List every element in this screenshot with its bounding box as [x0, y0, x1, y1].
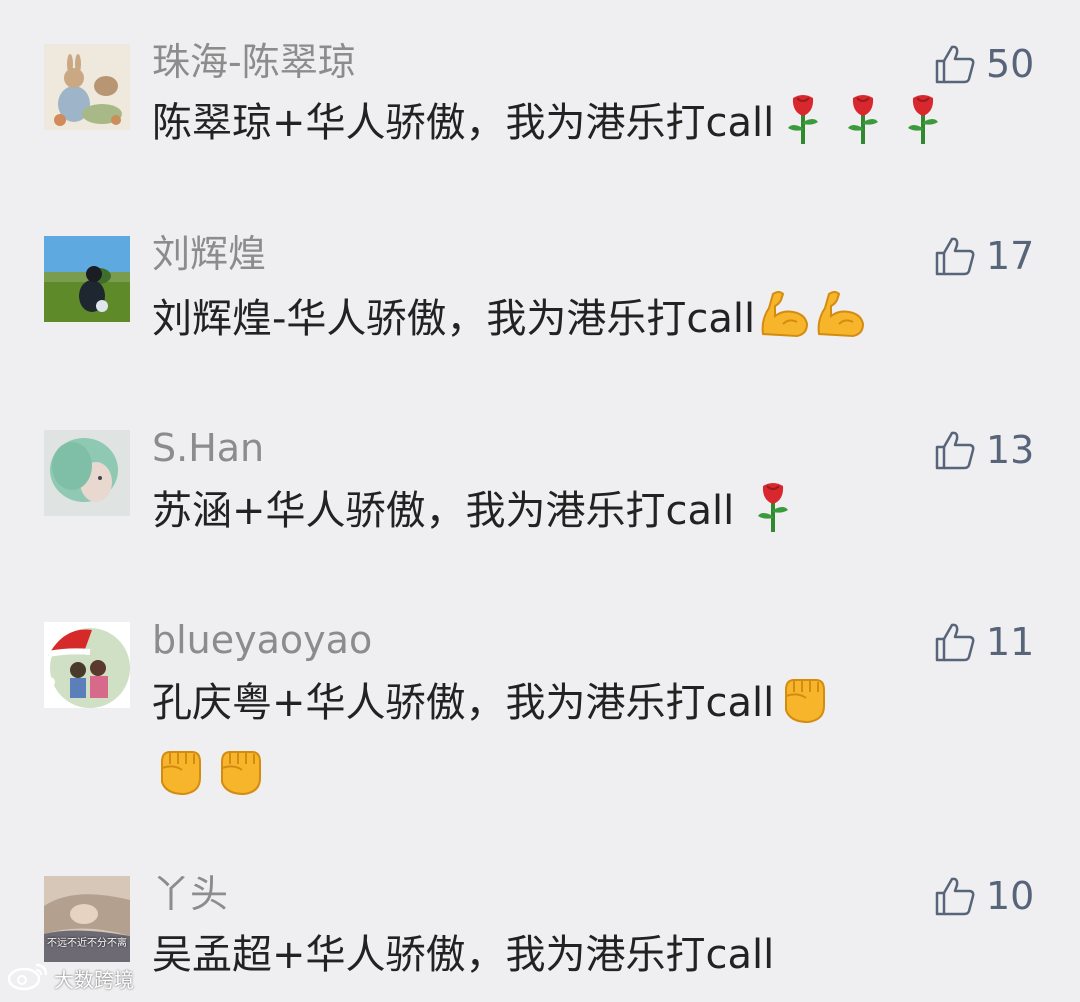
flexed-biceps-emoji — [813, 286, 867, 358]
comment-text: 陈翠琼+华人骄傲，我为港乐打call — [152, 92, 1012, 162]
flexed-biceps-emoji — [757, 286, 811, 358]
thumbs-up-icon — [934, 43, 976, 85]
like-count: 13 — [986, 428, 1035, 472]
like-button[interactable]: 11 — [934, 618, 1034, 666]
avatar-caption: 不远不近不分不离 — [47, 938, 127, 949]
comment-body: 陈翠琼+华人骄傲，我为港乐打call — [152, 100, 775, 146]
comment-body: 孔庆粤+华人骄傲，我为港乐打call — [152, 680, 775, 726]
like-count: 50 — [986, 42, 1035, 86]
like-count: 11 — [986, 620, 1035, 664]
like-button[interactable]: 13 — [934, 426, 1034, 474]
rose-emoji — [750, 480, 796, 550]
avatar[interactable]: 不远不近不分不离 — [44, 876, 130, 962]
avatar[interactable] — [44, 430, 130, 516]
thumbs-up-icon — [934, 875, 976, 917]
thumbs-up-icon — [934, 235, 976, 277]
like-button[interactable]: 50 — [934, 40, 1034, 88]
avatar[interactable] — [44, 622, 130, 708]
thumbs-up-icon — [934, 621, 976, 663]
comment-author[interactable]: 刘辉煌 — [152, 232, 266, 276]
avatar[interactable] — [44, 236, 130, 322]
weibo-logo-icon — [6, 961, 50, 996]
comment-author[interactable]: 丫头 — [152, 872, 228, 916]
comment-author[interactable]: S.Han — [152, 426, 264, 470]
like-button[interactable]: 17 — [934, 232, 1034, 280]
like-button[interactable]: 10 — [934, 872, 1034, 920]
comment-text: 吴孟超+华人骄傲，我为港乐打call — [152, 924, 1012, 986]
watermark: 大数跨境 — [6, 961, 134, 996]
comment-text: 苏涵+华人骄傲，我为港乐打call — [152, 480, 1012, 550]
comment-body: 刘辉煌-华人骄傲，我为港乐打call — [152, 296, 756, 342]
watermark-text: 大数跨境 — [54, 968, 134, 992]
thumbs-up-icon — [934, 429, 976, 471]
rose-emoji — [900, 92, 946, 162]
avatar[interactable] — [44, 44, 130, 130]
raised-fist-emoji — [212, 742, 266, 814]
comment-body: 苏涵+华人骄傲，我为港乐打call — [152, 488, 735, 534]
comment-text: 刘辉煌-华人骄傲，我为港乐打call — [152, 286, 1012, 358]
comment-text: 孔庆粤+华人骄傲，我为港乐打call — [152, 670, 1012, 814]
raised-fist-emoji — [152, 742, 206, 814]
comment-author[interactable]: blueyaoyao — [152, 618, 372, 662]
like-count: 17 — [986, 234, 1035, 278]
comment-author[interactable]: 珠海-陈翠琼 — [152, 40, 356, 84]
rose-emoji — [840, 92, 886, 162]
rose-emoji — [780, 92, 826, 162]
comment-body: 吴孟超+华人骄傲，我为港乐打call — [152, 932, 775, 978]
like-count: 10 — [986, 874, 1035, 918]
raised-fist-emoji — [776, 670, 830, 742]
